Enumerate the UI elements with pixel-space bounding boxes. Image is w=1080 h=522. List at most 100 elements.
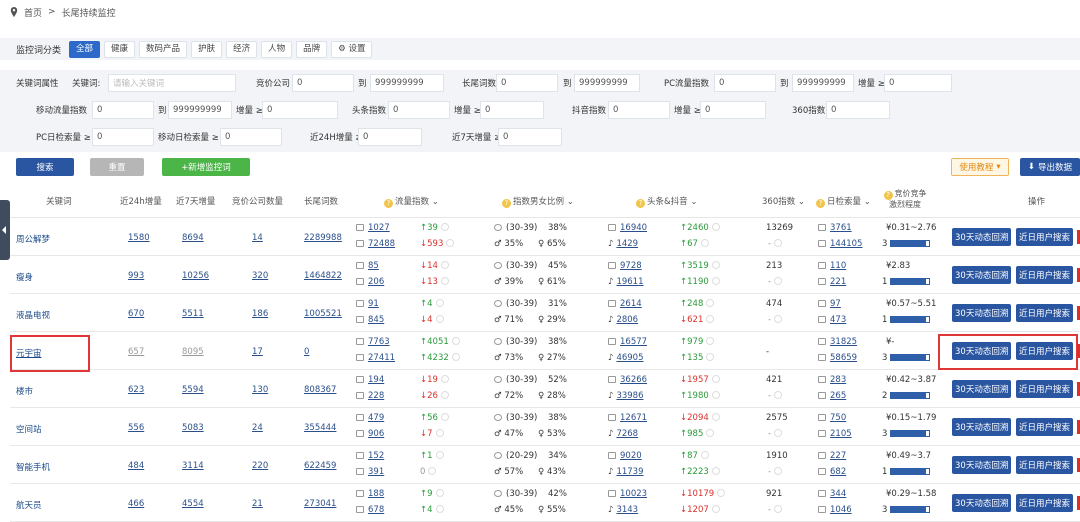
- h24-value[interactable]: 993: [128, 271, 144, 281]
- mobile-growth-input[interactable]: 0: [262, 101, 338, 119]
- pc-growth-input[interactable]: 0: [884, 74, 952, 92]
- keyword-input[interactable]: 请输入关键词: [108, 74, 236, 92]
- s360-input[interactable]: 0: [826, 101, 890, 119]
- th-360[interactable]: 360指数 ⌄: [762, 195, 805, 207]
- tail-value[interactable]: 0: [304, 347, 309, 357]
- toutiao-index[interactable]: 10023: [620, 489, 647, 499]
- pc-search-value[interactable]: 3761: [830, 223, 852, 233]
- recent-user-search-button[interactable]: 近日用户搜索: [1016, 380, 1074, 398]
- mobile-search-value[interactable]: 58659: [830, 353, 857, 363]
- th-traffic[interactable]: ? 流量指数 ⌄: [384, 195, 439, 208]
- h24-value[interactable]: 484: [128, 461, 144, 471]
- breadcrumb-home[interactable]: 首页: [24, 6, 42, 19]
- toutiao-index[interactable]: 36266: [620, 375, 647, 385]
- pc-index[interactable]: 85: [368, 261, 379, 271]
- pc-index[interactable]: 1027: [368, 223, 390, 233]
- mobile-search-value[interactable]: 473: [830, 315, 846, 325]
- th-tail-count[interactable]: 长尾词数: [304, 195, 338, 207]
- pc-index[interactable]: 91: [368, 299, 379, 309]
- recent-user-search-button[interactable]: 近日用户搜索: [1016, 418, 1074, 436]
- pc-search-value[interactable]: 283: [830, 375, 846, 385]
- h24-growth-input[interactable]: 0: [358, 128, 422, 146]
- douyin-index[interactable]: 1429: [616, 239, 638, 249]
- tail-value[interactable]: 1005521: [304, 309, 342, 319]
- tail-min-input[interactable]: 0: [496, 74, 558, 92]
- bid-value[interactable]: 17: [252, 347, 263, 357]
- bid-value[interactable]: 320: [252, 271, 268, 281]
- pc-search-input[interactable]: 0: [92, 128, 154, 146]
- th-bid-count[interactable]: 竞价公司数量: [232, 195, 283, 207]
- th-toutiao-douyin[interactable]: ? 头条&抖音 ⌄: [636, 195, 697, 208]
- mobile-index[interactable]: 845: [368, 315, 384, 325]
- trace-30-days-button[interactable]: 30天动态回溯: [952, 228, 1012, 246]
- d7-value[interactable]: 5083: [182, 423, 204, 433]
- h24-value[interactable]: 556: [128, 423, 144, 433]
- mobile-search-input[interactable]: 0: [220, 128, 282, 146]
- mobile-min-input[interactable]: 0: [92, 101, 154, 119]
- toutiao-index[interactable]: 16940: [620, 223, 647, 233]
- recent-user-search-button[interactable]: 近日用户搜索: [1016, 494, 1074, 512]
- pc-search-value[interactable]: 31825: [830, 337, 857, 347]
- trace-30-days-button[interactable]: 30天动态回溯: [952, 494, 1012, 512]
- tail-value[interactable]: 622459: [304, 461, 336, 471]
- h24-value[interactable]: 1580: [128, 233, 150, 243]
- douyin-index[interactable]: 33986: [616, 391, 643, 401]
- bid-value[interactable]: 130: [252, 385, 268, 395]
- pc-search-value[interactable]: 344: [830, 489, 846, 499]
- recent-user-search-button[interactable]: 近日用户搜索: [1016, 456, 1074, 474]
- category-brand[interactable]: 品牌: [296, 40, 328, 58]
- keyword-link[interactable]: 空间站: [16, 423, 42, 435]
- bid-value[interactable]: 14: [252, 233, 263, 243]
- mobile-search-value[interactable]: 144105: [830, 239, 862, 249]
- bid-max-input[interactable]: 999999999: [370, 74, 444, 92]
- h24-value[interactable]: 657: [128, 347, 144, 357]
- douyin-index[interactable]: 46905: [616, 353, 643, 363]
- search-button[interactable]: 搜索: [16, 158, 74, 176]
- trace-30-days-button[interactable]: 30天动态回溯: [952, 456, 1012, 474]
- d7-value[interactable]: 4554: [182, 499, 204, 509]
- mobile-max-input[interactable]: 999999999: [168, 101, 232, 119]
- pc-index[interactable]: 152: [368, 451, 384, 461]
- recent-user-search-button[interactable]: 近日用户搜索: [1016, 266, 1074, 284]
- douyin-index[interactable]: 2806: [616, 315, 638, 325]
- th-7d[interactable]: 近7天增量: [176, 195, 215, 207]
- douyin-growth-input[interactable]: 0: [700, 101, 766, 119]
- toutiao-index[interactable]: 9728: [620, 261, 642, 271]
- keyword-link[interactable]: 液晶电视: [16, 309, 50, 321]
- trace-30-days-button[interactable]: 30天动态回溯: [952, 380, 1012, 398]
- pc-index[interactable]: 188: [368, 489, 384, 499]
- recent-user-search-button[interactable]: 近日用户搜索: [1016, 304, 1074, 322]
- tail-value[interactable]: 1464822: [304, 271, 342, 281]
- bid-value[interactable]: 186: [252, 309, 268, 319]
- pc-max-input[interactable]: 999999999: [792, 74, 854, 92]
- d7-value[interactable]: 8095: [182, 347, 204, 357]
- tail-value[interactable]: 355444: [304, 423, 336, 433]
- add-monitor-word-button[interactable]: +新增监控词: [162, 158, 250, 176]
- category-skincare[interactable]: 护肤: [191, 40, 223, 58]
- pc-index[interactable]: 194: [368, 375, 384, 385]
- pc-search-value[interactable]: 97: [830, 299, 841, 309]
- category-settings-button[interactable]: ⚙ 设置: [331, 40, 373, 58]
- bid-min-input[interactable]: 0: [292, 74, 354, 92]
- h24-value[interactable]: 670: [128, 309, 144, 319]
- category-health[interactable]: 健康: [104, 40, 136, 58]
- toutiao-index[interactable]: 9020: [620, 451, 642, 461]
- keyword-link[interactable]: 周公解梦: [16, 233, 50, 245]
- keyword-link[interactable]: 智能手机: [16, 461, 50, 473]
- trace-30-days-button[interactable]: 30天动态回溯: [952, 418, 1012, 436]
- mobile-index[interactable]: 678: [368, 505, 384, 515]
- d7-value[interactable]: 3114: [182, 461, 204, 471]
- mobile-search-value[interactable]: 2105: [830, 429, 852, 439]
- h24-value[interactable]: 623: [128, 385, 144, 395]
- keyword-link[interactable]: 楼市: [16, 385, 33, 397]
- category-digital[interactable]: 数码产品: [139, 40, 188, 58]
- mobile-index[interactable]: 391: [368, 467, 384, 477]
- d7-value[interactable]: 5594: [182, 385, 204, 395]
- d7-value[interactable]: 10256: [182, 271, 209, 281]
- mobile-search-value[interactable]: 1046: [830, 505, 852, 515]
- mobile-index[interactable]: 906: [368, 429, 384, 439]
- d7-value[interactable]: 8694: [182, 233, 204, 243]
- pc-index[interactable]: 7763: [368, 337, 390, 347]
- export-button[interactable]: ⬇ 导出数据: [1020, 158, 1080, 176]
- tail-value[interactable]: 273041: [304, 499, 336, 509]
